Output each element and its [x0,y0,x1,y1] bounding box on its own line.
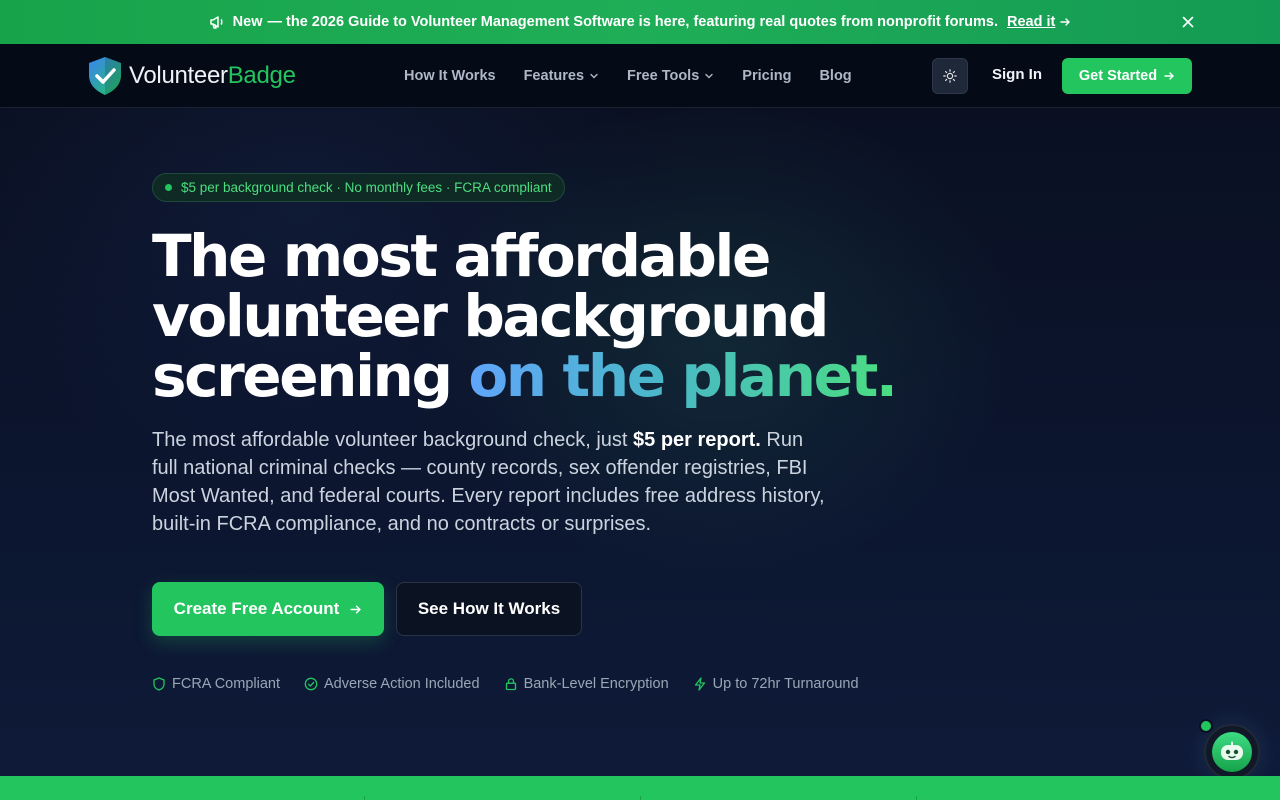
see-how-it-works-button[interactable]: See How It Works [396,582,582,636]
create-account-button[interactable]: Create Free Account [152,582,384,636]
trust-item-encryption: Bank-Level Encryption [504,676,669,692]
nav-item-label: Features [523,68,585,84]
stats-band [0,776,1280,800]
pricing-badge: $5 per background check · No monthly fee… [152,173,565,202]
band-divider [916,796,917,800]
trust-item-fcra: FCRA Compliant [152,676,280,692]
sign-in-link[interactable]: Sign In [992,66,1042,83]
arrow-right-icon [1059,16,1071,28]
brand-logo[interactable]: VolunteerBadge [87,56,296,96]
hero-title-line3: screening [152,342,453,410]
hero-description: The most affordable volunteer background… [152,426,832,538]
megaphone-icon [209,14,225,30]
hero-title-gradient: on the planet. [468,342,898,410]
sun-icon [943,69,957,83]
main-menu: How It Works Features Free Tools Pricing… [404,44,880,108]
trust-item-adverse-action: Adverse Action Included [304,676,480,692]
announcement-bar: New — the 2026 Guide to Volunteer Manage… [0,0,1280,44]
online-status-dot [1199,719,1213,733]
announcement-text: — the 2026 Guide to Volunteer Management… [267,14,998,30]
trust-item-label: Bank-Level Encryption [523,676,669,692]
hero-title: The most affordable volunteer background… [152,226,1052,406]
get-started-label: Get Started [1078,68,1158,84]
nav-item-pricing[interactable]: Pricing [742,68,791,84]
status-dot-icon [165,184,172,191]
shield-logo-icon [89,57,121,95]
hero-description-text: The most affordable volunteer background… [152,429,634,451]
band-divider [364,796,365,800]
nav-item-label: How It Works [404,68,496,84]
announcement-read-link[interactable]: Read it [1007,14,1055,30]
brand-name-part1: Volunteer [129,62,228,89]
band-divider [640,796,641,800]
chevron-down-icon [704,71,714,81]
pricing-badge-text: $5 per background check · No monthly fee… [181,180,552,195]
create-account-label: Create Free Account [173,599,340,618]
check-circle-icon [304,677,318,691]
chat-bot-icon [1212,732,1252,772]
hero-title-line1: The most affordable [152,222,771,290]
trust-item-label: Adverse Action Included [323,676,480,692]
arrow-right-icon [349,603,362,616]
nav-item-label: Free Tools [627,68,700,84]
announcement-new-label: New [232,14,263,30]
nav-item-free-tools[interactable]: Free Tools [627,68,714,84]
close-icon[interactable] [1180,14,1196,30]
chevron-down-icon [589,71,599,81]
chat-widget-button[interactable] [1204,724,1260,780]
hero-section: $5 per background check · No monthly fee… [0,108,1280,776]
arrow-right-icon [1163,70,1175,82]
hero-title-line2: volunteer background [152,282,829,350]
nav-item-how-it-works[interactable]: How It Works [404,68,496,84]
shield-icon [153,677,165,691]
trust-item-label: FCRA Compliant [172,676,280,692]
brand-name-part2: Badge [227,62,296,89]
trust-item-turnaround: Up to 72hr Turnaround [693,676,859,692]
theme-toggle-button[interactable] [932,58,968,94]
lightning-icon [694,677,705,691]
top-navigation: VolunteerBadge How It Works Features Fre… [0,44,1280,108]
trust-indicators: FCRA Compliant Adverse Action Included B… [152,676,883,692]
nav-item-blog[interactable]: Blog [819,68,851,84]
hero-description-price: $5 per report. [633,429,761,451]
nav-item-features[interactable]: Features [524,68,599,84]
trust-item-label: Up to 72hr Turnaround [712,676,859,692]
nav-item-label: Pricing [742,68,792,84]
lock-icon [505,678,516,691]
get-started-button[interactable]: Get Started [1062,58,1192,94]
nav-item-label: Blog [819,68,852,84]
